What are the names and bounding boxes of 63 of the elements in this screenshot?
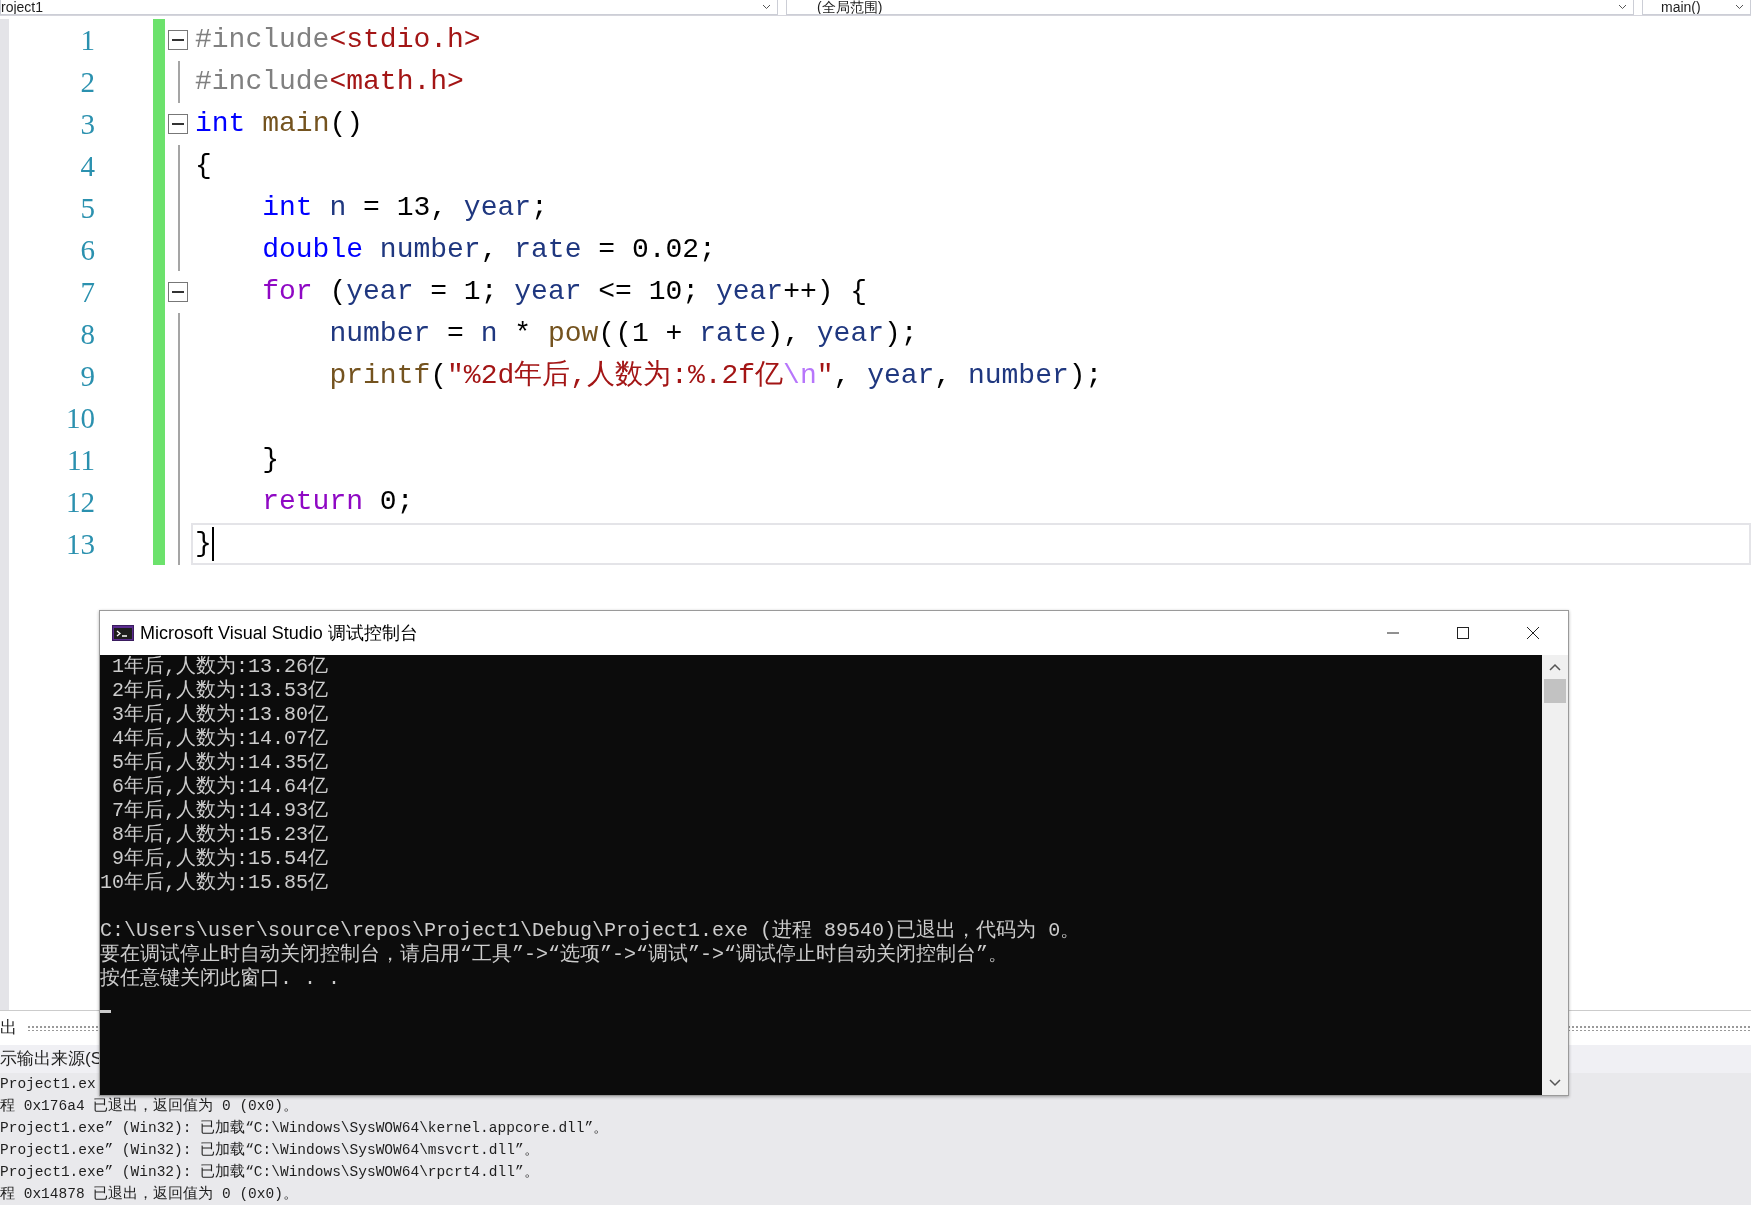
console-line: 8年后,人数为:15.23亿 bbox=[111, 823, 330, 847]
console-line: 3年后,人数为:13.80亿 bbox=[111, 703, 330, 727]
line-number: 1 bbox=[79, 23, 96, 58]
line-number: 5 bbox=[79, 191, 96, 226]
line-number: 10 bbox=[65, 401, 96, 436]
console-line: 4年后,人数为:14.07亿 bbox=[111, 727, 330, 751]
code-line: int n = 13, year; bbox=[261, 191, 548, 225]
line-number: 2 bbox=[79, 65, 96, 100]
code-line: { bbox=[195, 149, 212, 183]
caret-icon bbox=[762, 4, 771, 10]
console-line: 2年后,人数为:13.53亿 bbox=[111, 679, 330, 703]
fold-toggle-icon[interactable] bbox=[168, 282, 188, 302]
maximize-icon bbox=[1456, 626, 1470, 640]
scroll-down-icon[interactable] bbox=[1549, 1079, 1561, 1087]
line-number: 8 bbox=[79, 317, 96, 352]
caret-icon bbox=[1735, 4, 1744, 10]
code-line: } bbox=[261, 443, 279, 477]
console-app-icon bbox=[112, 625, 134, 641]
dropdown[interactable]: roject1 bbox=[0, 0, 778, 15]
close-icon bbox=[1526, 626, 1540, 640]
dropdown[interactable]: main() bbox=[1642, 0, 1751, 15]
output-line: Project1.exe” (Win32): 已加载“C:\Windows\SysWOW64\kernel.appcore.dll”。 bbox=[0, 1118, 609, 1138]
scrollbar[interactable] bbox=[1542, 655, 1568, 1095]
line-number: 3 bbox=[79, 107, 96, 142]
window-title: Microsoft Visual Studio 调试控制台 bbox=[140, 622, 418, 645]
fold-toggle-icon[interactable] bbox=[168, 30, 188, 50]
code-line: double number, rate = 0.02; bbox=[261, 233, 716, 267]
line-number: 12 bbox=[65, 485, 96, 520]
code-line: for (year = 1; year <= 10; year++) { bbox=[261, 275, 868, 309]
line-number: 6 bbox=[79, 233, 96, 268]
console-line: 6年后,人数为:14.64亿 bbox=[111, 775, 330, 799]
text-cursor bbox=[211, 527, 214, 561]
output-line: 程 0x14878 已退出，返回值为 0 (0x0)。 bbox=[0, 1184, 298, 1204]
scroll-up-icon[interactable] bbox=[1549, 663, 1561, 671]
code-line: number = n * pow((1 + rate), year); bbox=[328, 317, 918, 351]
output-line: Project1.ex bbox=[0, 1075, 96, 1094]
output-line: Project1.exe” (Win32): 已加载“C:\Windows\SysWOW64\msvcrt.dll”。 bbox=[0, 1140, 539, 1160]
line-number: 4 bbox=[79, 149, 96, 184]
code-line: #include<stdio.h> bbox=[195, 23, 481, 57]
code-line: } bbox=[195, 527, 212, 561]
fold-toggle-icon[interactable] bbox=[168, 114, 188, 134]
line-number: 11 bbox=[66, 443, 96, 478]
output-line: 程 0x176a4 已退出，返回值为 0 (0x0)。 bbox=[0, 1096, 298, 1116]
code-line: printf("%2d年后,人数为:%.2f亿\n", year, number); bbox=[328, 359, 1103, 393]
line-number: 9 bbox=[79, 359, 96, 394]
console-line: 7年后,人数为:14.93亿 bbox=[111, 799, 330, 823]
console-line: C:\Users\user\source\repos\Project1\Debug\Project1.exe (进程 89540)已退出，代码为 0。 bbox=[100, 919, 1082, 943]
console-line: 按任意键关闭此窗口. . . bbox=[100, 967, 341, 991]
output-line: Project1.exe” (Win32): 已加载“C:\Windows\SysWOW64\rpcrt4.dll”。 bbox=[0, 1162, 539, 1182]
scroll-thumb[interactable] bbox=[1544, 679, 1566, 703]
caret-icon bbox=[1618, 4, 1627, 10]
code-line: #include<math.h> bbox=[195, 65, 464, 99]
dropdown[interactable]: (全局范围) bbox=[786, 0, 1634, 15]
line-number: 7 bbox=[79, 275, 96, 310]
code-line: int main() bbox=[195, 107, 364, 141]
console-line: 9年后,人数为:15.54亿 bbox=[111, 847, 330, 871]
console-line: 1年后,人数为:13.26亿 bbox=[111, 655, 330, 679]
console-line: 要在调试停止时自动关闭控制台，请启用“工具”->“选项”->“调试”->“调试停止时自动关闭控制台”。 bbox=[100, 943, 1010, 967]
console-line: 5年后,人数为:14.35亿 bbox=[111, 751, 330, 775]
console-line: 10年后,人数为:15.85亿 bbox=[100, 871, 330, 895]
line-number: 13 bbox=[65, 527, 96, 562]
panel-title: 出 bbox=[0, 1017, 17, 1040]
code-line: return 0; bbox=[261, 485, 414, 519]
